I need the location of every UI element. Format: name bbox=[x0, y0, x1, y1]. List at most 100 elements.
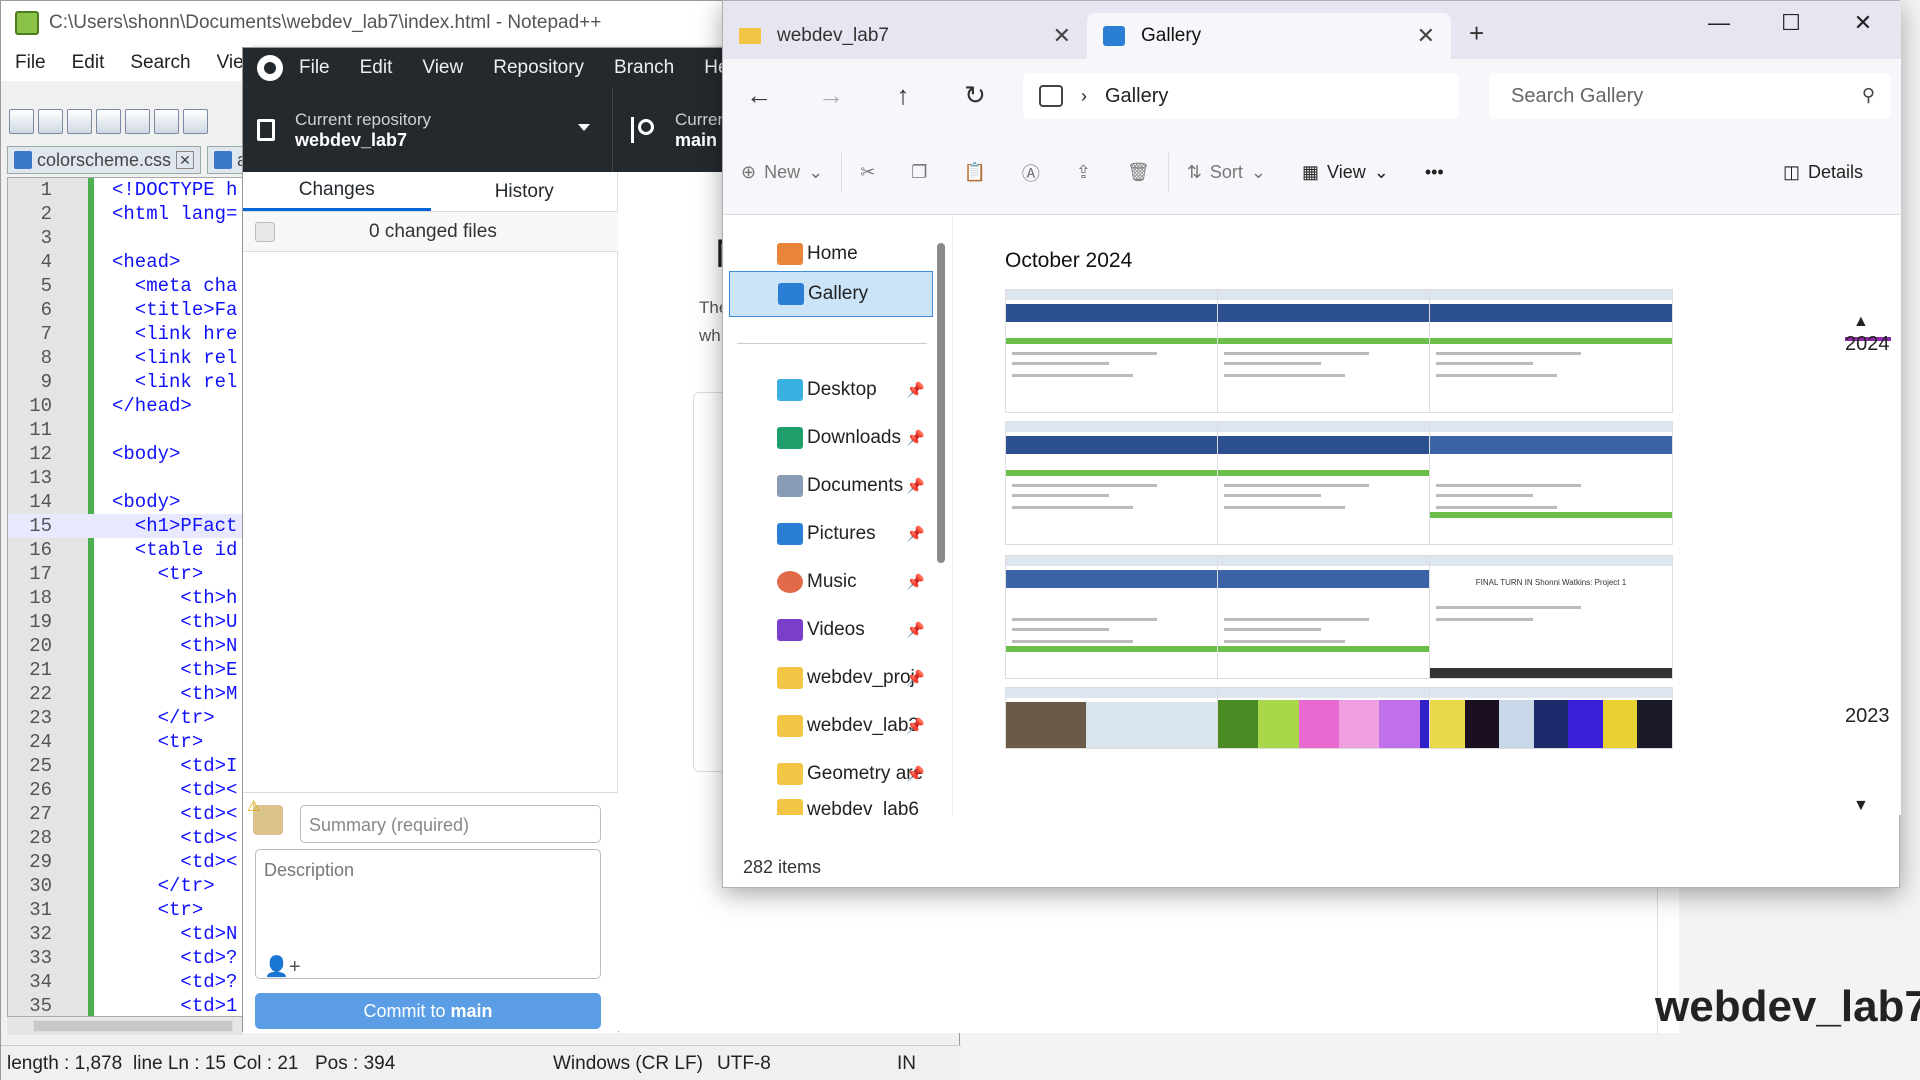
code-line[interactable]: 6 <title>Fa bbox=[8, 298, 242, 322]
pin-icon[interactable]: 📌 bbox=[906, 429, 925, 447]
tab-changes[interactable]: Changes bbox=[243, 172, 431, 211]
copy-icon[interactable]: ❐ bbox=[893, 153, 945, 193]
pin-icon[interactable]: 📌 bbox=[906, 525, 925, 543]
code-line[interactable]: 10 </head> bbox=[8, 394, 242, 418]
pin-icon[interactable]: 📌 bbox=[906, 477, 925, 495]
delete-icon[interactable]: 🗑 bbox=[1109, 153, 1168, 193]
nav-videos[interactable]: Videos 📌 bbox=[729, 607, 933, 653]
gallery-thumbnail[interactable] bbox=[1429, 289, 1673, 413]
tab-colorscheme[interactable]: colorscheme.css ✕ bbox=[7, 146, 202, 174]
code-line[interactable]: 29 <td>< bbox=[8, 850, 242, 874]
share-icon[interactable]: ⇪ bbox=[1058, 153, 1109, 193]
gallery-thumbnail[interactable] bbox=[1005, 687, 1249, 749]
code-line[interactable]: 28 <td>< bbox=[8, 826, 242, 850]
code-line[interactable]: 20 <th>N bbox=[8, 634, 242, 658]
code-line[interactable]: 17 <tr> bbox=[8, 562, 242, 586]
new-tab-icon[interactable]: + bbox=[1469, 18, 1484, 49]
gh-menu-file[interactable]: File bbox=[299, 57, 330, 79]
address-bar[interactable]: › Gallery bbox=[1023, 73, 1459, 119]
gh-menu-edit[interactable]: Edit bbox=[360, 57, 393, 79]
code-line[interactable]: 24 <tr> bbox=[8, 730, 242, 754]
open-file-icon[interactable] bbox=[38, 108, 63, 134]
paste-icon[interactable]: 📋 bbox=[945, 153, 1003, 193]
scroll-thumb[interactable] bbox=[33, 1020, 233, 1032]
menu-search[interactable]: Search bbox=[130, 52, 190, 74]
new-file-icon[interactable] bbox=[9, 108, 34, 134]
close-window-icon[interactable]: ✕ bbox=[1827, 1, 1899, 45]
code-line[interactable]: 3 bbox=[8, 226, 242, 250]
back-arrow-icon[interactable]: ← bbox=[723, 80, 795, 111]
gallery-thumbnail[interactable] bbox=[1005, 555, 1249, 679]
search-input[interactable]: Search Gallery ⚲ bbox=[1489, 73, 1891, 119]
code-line[interactable]: 12 <body> bbox=[8, 442, 242, 466]
code-line[interactable]: 21 <th>E bbox=[8, 658, 242, 682]
horizontal-scrollbar[interactable] bbox=[7, 1017, 243, 1035]
nav-folder-webdev-lab3[interactable]: webdev_lab3 📌 bbox=[729, 703, 933, 749]
code-line[interactable]: 15 <h1>PFact bbox=[8, 514, 242, 538]
nav-gallery[interactable]: Gallery bbox=[729, 271, 933, 317]
rename-icon[interactable]: Ⓐ bbox=[1004, 153, 1058, 193]
nav-folder-webdev-lab6[interactable]: webdev_lab6 bbox=[729, 799, 933, 815]
save-icon[interactable] bbox=[67, 108, 92, 134]
code-line[interactable]: 19 <th>U bbox=[8, 610, 242, 634]
code-line[interactable]: 4 <head> bbox=[8, 250, 242, 274]
close-file-icon[interactable] bbox=[125, 108, 150, 134]
print-icon[interactable] bbox=[183, 108, 208, 134]
code-line[interactable]: 25 <td>I bbox=[8, 754, 242, 778]
nav-scrollbar[interactable] bbox=[937, 243, 945, 563]
code-line[interactable]: 33 <td>? bbox=[8, 946, 242, 970]
pin-icon[interactable]: 📌 bbox=[906, 669, 925, 687]
close-all-icon[interactable] bbox=[154, 108, 179, 134]
pin-icon[interactable]: 📌 bbox=[906, 381, 925, 399]
code-line[interactable]: 23 </tr> bbox=[8, 706, 242, 730]
gallery-thumbnail[interactable] bbox=[1217, 289, 1461, 413]
gallery-thumbnail[interactable] bbox=[1005, 289, 1249, 413]
gallery-thumbnail[interactable] bbox=[1217, 687, 1461, 749]
gallery-thumbnail[interactable] bbox=[1005, 421, 1249, 545]
gh-menu-branch[interactable]: Branch bbox=[614, 57, 674, 79]
close-tab-icon[interactable]: ✕ bbox=[1053, 23, 1071, 49]
details-button[interactable]: ◫ Details bbox=[1765, 153, 1881, 193]
pin-icon[interactable]: 📌 bbox=[906, 621, 925, 639]
code-line[interactable]: 14 <body> bbox=[8, 490, 242, 514]
up-arrow-icon[interactable]: ↑ bbox=[867, 80, 939, 111]
code-line[interactable]: 9 <link rel bbox=[8, 370, 242, 394]
sort-button[interactable]: ⇅ Sort ⌄ bbox=[1169, 153, 1284, 193]
nav-desktop[interactable]: Desktop 📌 bbox=[729, 367, 933, 413]
select-all-checkbox[interactable] bbox=[255, 221, 275, 242]
minimize-icon[interactable]: — bbox=[1683, 1, 1755, 45]
add-coauthor-icon[interactable]: 👤+ bbox=[264, 954, 301, 979]
code-line[interactable]: 18 <th>h bbox=[8, 586, 242, 610]
menu-file[interactable]: File bbox=[15, 52, 46, 74]
pin-icon[interactable]: 📌 bbox=[906, 717, 925, 735]
code-line[interactable]: 35 <td>1 bbox=[8, 994, 242, 1016]
commit-description-input[interactable]: Description 👤+ bbox=[255, 849, 601, 979]
timeline-down-icon[interactable]: ▼ bbox=[1853, 797, 1869, 815]
code-line[interactable]: 13 bbox=[8, 466, 242, 490]
close-tab-icon[interactable]: ✕ bbox=[176, 151, 195, 169]
commit-summary-input[interactable]: Summary (required) bbox=[300, 805, 601, 843]
code-line[interactable]: 34 <td>? bbox=[8, 970, 242, 994]
code-editor[interactable]: 1 <!DOCTYPE h 2 <html lang= 3 4 <head> 5 <meta … bbox=[7, 177, 243, 1017]
code-line[interactable]: 1 <!DOCTYPE h bbox=[8, 178, 242, 202]
pin-icon[interactable]: 📌 bbox=[906, 765, 925, 783]
timeline-year-2024[interactable]: 2024 bbox=[1845, 333, 1890, 356]
gh-menu-repository[interactable]: Repository bbox=[493, 57, 584, 79]
nav-downloads[interactable]: Downloads 📌 bbox=[729, 415, 933, 461]
pin-icon[interactable]: 📌 bbox=[906, 573, 925, 591]
gallery-thumbnail[interactable] bbox=[1217, 421, 1461, 545]
gallery-thumbnail[interactable] bbox=[1429, 687, 1673, 749]
nav-pictures[interactable]: Pictures 📌 bbox=[729, 511, 933, 557]
view-button[interactable]: ▦ View ⌄ bbox=[1284, 153, 1407, 193]
code-line[interactable]: 11 bbox=[8, 418, 242, 442]
code-line[interactable]: 8 <link rel bbox=[8, 346, 242, 370]
tab-gallery[interactable]: Gallery ✕ bbox=[1087, 13, 1451, 59]
code-line[interactable]: 5 <meta cha bbox=[8, 274, 242, 298]
forward-arrow-icon[interactable]: → bbox=[795, 80, 867, 111]
nav-folder-webdev-proj[interactable]: webdev_proj 📌 bbox=[729, 655, 933, 701]
refresh-icon[interactable]: ↻ bbox=[939, 80, 1011, 111]
save-all-icon[interactable] bbox=[96, 108, 121, 134]
close-tab-icon[interactable]: ✕ bbox=[1417, 23, 1435, 49]
gh-menu-view[interactable]: View bbox=[422, 57, 463, 79]
gallery-thumbnail[interactable] bbox=[1429, 421, 1673, 545]
